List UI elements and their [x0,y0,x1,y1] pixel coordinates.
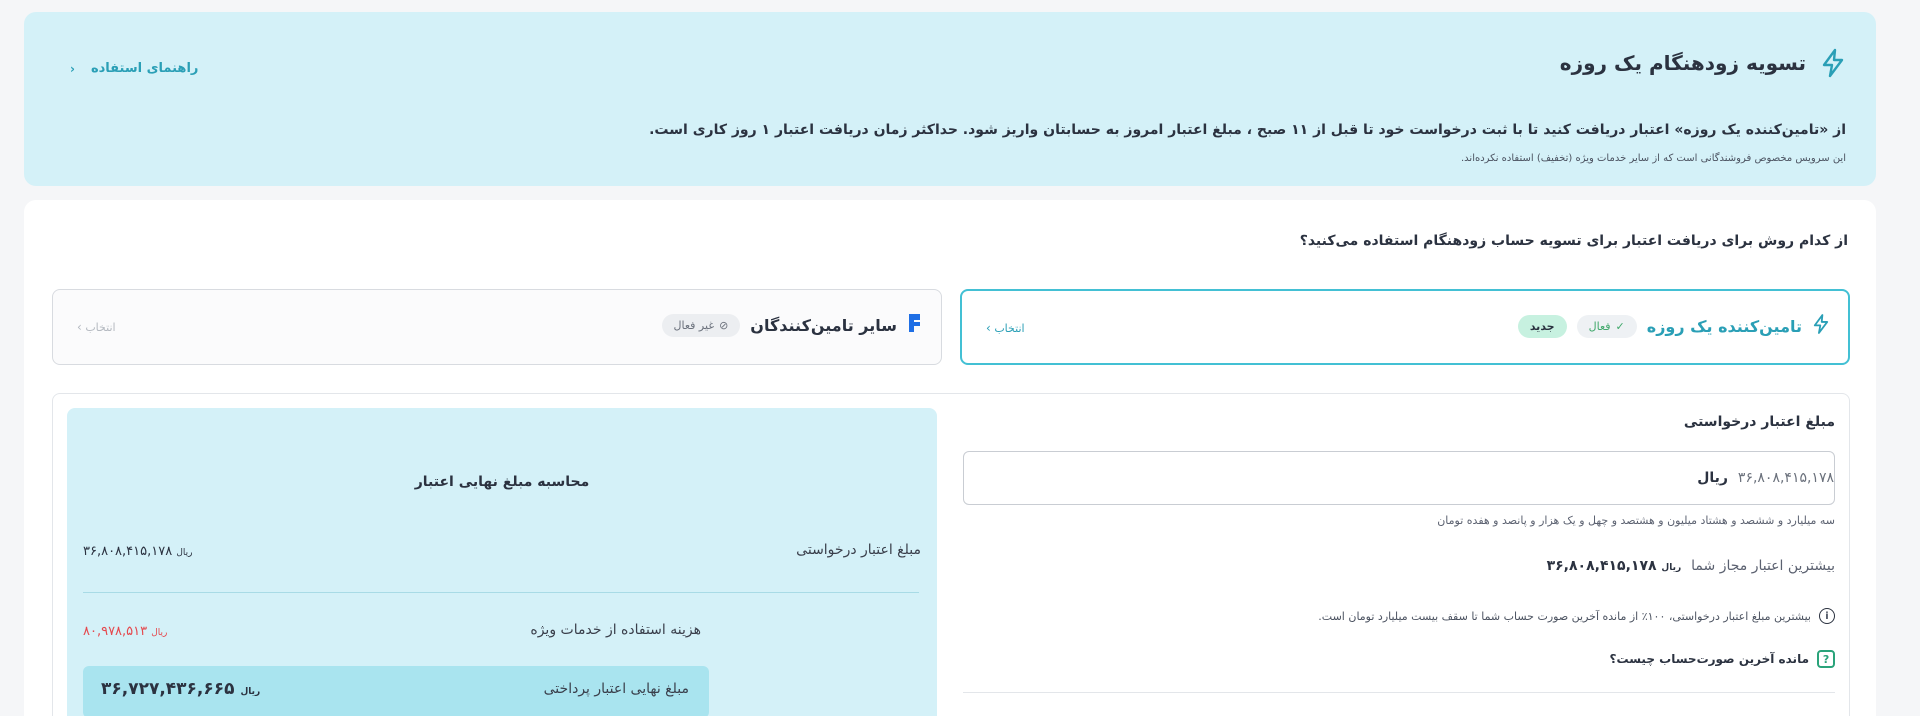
disabled-icon: ⊘ [719,318,729,332]
final-value: ریال ۳۶,۷۲۷,۴۳۶,۶۶۵ [101,679,260,699]
final-number: ۳۶,۷۲۷,۴۳۶,۶۶۵ [101,679,235,699]
requested-number: ۳۶,۸۰۸,۴۱۵,۱۷۸ [83,544,173,559]
fee-unit: ریال [151,628,168,638]
final-unit: ریال [240,687,261,697]
main-card: از کدام روش برای دریافت اعتبار برای تسوی… [24,200,1876,716]
max-credit-unit: ریال [1661,563,1682,573]
new-badge: جدید [1517,314,1567,338]
banner-note: این سرویس مخصوص فروشندگانی است که از سای… [1460,153,1846,164]
info-text: بیشترین مبلغ اعتبار درخواستی، ۱۰۰٪ از ما… [1318,609,1811,623]
info-banner: تسویه زودهنگام یک روزه راهنمای استفاده ‹… [24,12,1876,186]
status-label: غیر فعال [673,318,715,332]
status-badge: ⊘ غیر فعال [661,313,741,337]
fee-label: هزینه استفاده از خدمات ویژه [530,622,701,638]
method-name: سایر تامین‌کنندگان [750,315,897,335]
final-amount-box: مبلغ نهایی اعتبار پرداختی ریال ۳۶,۷۲۷,۴۳… [83,666,709,716]
select-link[interactable]: انتخاب › [77,320,116,334]
chevron-left-icon: › [77,320,82,334]
calc-title: محاسبه مبلغ نهایی اعتبار [414,474,590,490]
info-row: i بیشترین مبلغ اعتبار درخواستی، ۱۰۰٪ از … [1318,608,1835,624]
help-text: مانده آخرین صورت‌حساب چیست؟ [1609,652,1809,666]
provider-logo-icon [907,312,923,338]
amount-value: ۳۶,۸۰۸,۴۱۵,۱۷۸ [1737,470,1834,486]
chevron-left-icon: › [986,321,991,335]
guide-link[interactable]: راهنمای استفاده ‹ [70,61,198,76]
help-link[interactable]: ? مانده آخرین صورت‌حساب چیست؟ [1610,650,1835,668]
method-header: سایر تامین‌کنندگان ⊘ غیر فعال [661,312,923,338]
info-icon: i [1819,608,1835,624]
amount-words: سه میلیارد و ششصد و هشتاد میلیون و هشتصد… [1437,514,1835,527]
divider [963,692,1835,693]
select-label: انتخاب [994,322,1025,335]
select-link[interactable]: انتخاب › [986,321,1025,335]
requested-label: مبلغ اعتبار درخواستی [796,542,921,558]
banner-title-row: تسویه زودهنگام یک روزه [1560,48,1846,78]
request-panel: مبلغ اعتبار درخواستی ریال ۳۶,۸۰۸,۴۱۵,۱۷۸… [52,393,1850,716]
amount-label: مبلغ اعتبار درخواستی [1683,414,1835,430]
method-name: تامین‌کننده یک روزه [1646,316,1802,336]
method-header: تامین‌کننده یک روزه ✓ فعال جدید [1517,313,1830,339]
max-credit-value: ۳۶,۸۰۸,۴۱۵,۱۷۸ ریال [1547,558,1682,574]
fee-value: ریال ۸۰,۹۷۸,۵۱۳ [83,624,167,639]
question-icon: ? [1817,650,1835,668]
method-question: از کدام روش برای دریافت اعتبار برای تسوی… [1299,233,1848,249]
calculation-card: محاسبه مبلغ نهایی اعتبار مبلغ اعتبار درخ… [67,408,937,716]
status-label: فعال [1588,319,1611,333]
fee-number: ۸۰,۹۷۸,۵۱۳ [83,624,148,639]
amount-unit: ریال [1697,470,1728,486]
check-icon: ✓ [1615,319,1625,333]
requested-unit: ریال [176,548,193,558]
status-badge: ✓ فعال [1576,314,1637,338]
max-credit-number: ۳۶,۸۰۸,۴۱۵,۱۷۸ [1546,558,1657,574]
bolt-icon [1812,313,1830,339]
final-label: مبلغ نهایی اعتبار پرداختی [543,681,689,697]
banner-description: از «تامین‌کننده یک روزه» اعتبار دریافت ک… [649,122,1846,138]
bolt-icon [1820,48,1846,78]
method-other-providers[interactable]: سایر تامین‌کنندگان ⊘ غیر فعال انتخاب › [52,289,942,365]
select-label: انتخاب [85,321,116,334]
chevron-left-icon: ‹ [70,61,75,76]
divider [83,592,919,593]
max-credit-row: بیشترین اعتبار مجاز شما ۳۶,۸۰۸,۴۱۵,۱۷۸ ر… [1547,558,1835,574]
banner-title: تسویه زودهنگام یک روزه [1559,51,1806,75]
amount-input[interactable]: ریال ۳۶,۸۰۸,۴۱۵,۱۷۸ [963,451,1835,505]
method-one-day-provider[interactable]: تامین‌کننده یک روزه ✓ فعال جدید انتخاب › [960,289,1850,365]
guide-link-label: راهنمای استفاده [90,61,199,76]
requested-value: ریال ۳۶,۸۰۸,۴۱۵,۱۷۸ [83,544,193,559]
max-credit-label: بیشترین اعتبار مجاز شما [1691,558,1835,574]
